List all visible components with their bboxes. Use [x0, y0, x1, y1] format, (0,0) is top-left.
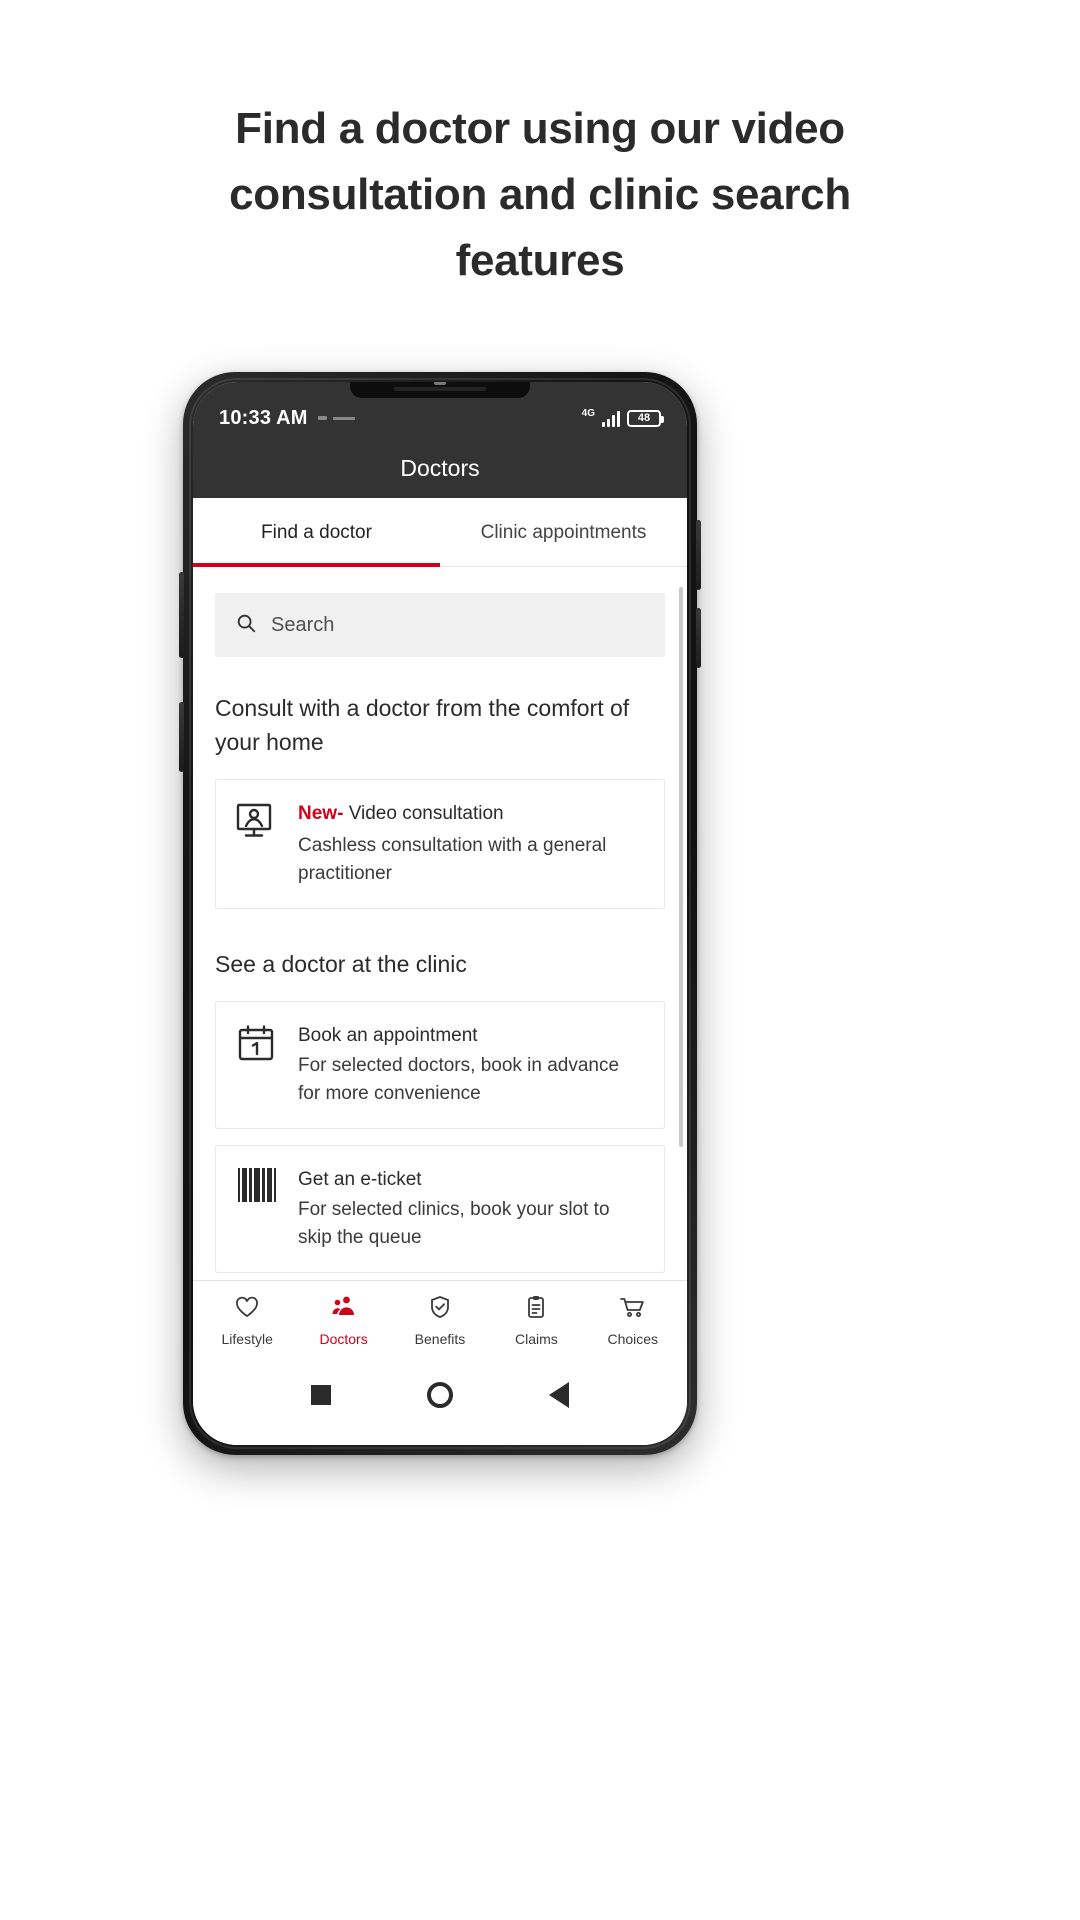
card-video-consultation-body: New- Video consultation Cashless consult… [298, 800, 646, 888]
card-book-appointment-body: Book an appointment For selected doctors… [298, 1022, 646, 1108]
nav-item-lifestyle-label: Lifestyle [221, 1331, 273, 1347]
new-badge-label: New [298, 803, 338, 824]
status-bar-right: 4G 48 [581, 407, 664, 428]
app-header-title: Doctors [193, 438, 687, 498]
battery-icon: 48 [627, 409, 664, 427]
card-eticket-desc: For selected clinics, book your slot to … [298, 1199, 610, 1248]
signal-bars-icon [602, 410, 620, 427]
section-title-video: Consult with a doctor from the comfort o… [215, 695, 630, 755]
calendar-icon [234, 1022, 280, 1064]
nav-item-benefits-label: Benefits [414, 1331, 466, 1347]
nav-item-benefits[interactable]: Benefits [392, 1295, 488, 1347]
status-notification-icons [317, 416, 355, 420]
badge-separator: - [337, 803, 344, 824]
phone-side-button [179, 702, 184, 772]
card-video-consultation[interactable]: New- Video consultation Cashless consult… [215, 779, 665, 909]
status-clock: 10:33 AM [219, 406, 308, 429]
status-bar-left: 10:33 AM [219, 407, 355, 430]
card-video-consultation-desc: Cashless consultation with a general pra… [298, 835, 607, 884]
tab-clinic-appointments-label: Clinic appointments [480, 522, 647, 543]
card-eticket-body: Get an e-ticket For selected clinics, bo… [298, 1166, 646, 1252]
phone-power-button [179, 572, 184, 658]
phone-screen: 10:33 AM 4G 48 Doctors Find a doctor Cli… [193, 382, 687, 1445]
home-circle-icon[interactable] [427, 1382, 453, 1408]
battery-level-label: 48 [637, 411, 651, 424]
card-eticket-title: Get an e-ticket [298, 1169, 422, 1190]
card-eticket[interactable]: Get an e-ticket For selected clinics, bo… [215, 1145, 665, 1273]
tab-clinic-appointments[interactable]: Clinic appointments [440, 498, 687, 566]
front-camera-dot [434, 382, 446, 385]
shield-check-icon [427, 1295, 453, 1324]
nav-item-choices[interactable]: Choices [585, 1295, 681, 1347]
nav-item-doctors-label: Doctors [319, 1331, 368, 1347]
content-scroll-area[interactable]: Search Consult with a doctor from the co… [193, 567, 687, 1280]
recents-square-icon[interactable] [311, 1385, 331, 1405]
network-type-label: 4G [581, 407, 595, 419]
content-scrollbar[interactable] [679, 587, 683, 1147]
tab-bar: Find a doctor Clinic appointments [193, 498, 687, 567]
earpiece-speaker [394, 387, 486, 391]
screen-chin [193, 1431, 687, 1445]
search-icon [235, 612, 257, 639]
tab-find-a-doctor-label: Find a doctor [261, 522, 372, 543]
section-title-clinic: See a doctor at the clinic [215, 951, 467, 977]
barcode-icon [234, 1166, 280, 1202]
nav-item-claims-label: Claims [514, 1331, 558, 1347]
back-triangle-icon[interactable] [549, 1382, 569, 1408]
search-placeholder: Search [271, 613, 335, 636]
page-headline: Find a doctor using our video consultati… [229, 104, 851, 285]
nav-item-lifestyle[interactable]: Lifestyle [199, 1295, 295, 1347]
people-icon [331, 1295, 357, 1324]
phone-volume-down-button [696, 608, 701, 668]
card-book-appointment[interactable]: Book an appointment For selected doctors… [215, 1001, 665, 1129]
nav-item-claims[interactable]: Claims [488, 1295, 584, 1347]
android-system-nav [193, 1359, 687, 1431]
phone-volume-up-button [696, 520, 701, 590]
clipboard-icon [523, 1295, 549, 1324]
video-consultation-icon [234, 800, 280, 842]
cart-icon [619, 1295, 647, 1324]
nav-item-choices-label: Choices [607, 1331, 659, 1347]
card-book-appointment-desc: For selected doctors, book in advance fo… [298, 1055, 620, 1104]
card-video-consultation-name: Video consultation [348, 803, 504, 824]
card-video-consultation-title: New- Video consultation [298, 800, 646, 828]
page-root: Find a doctor using our video consultati… [0, 0, 1080, 1920]
tab-find-a-doctor[interactable]: Find a doctor [193, 498, 440, 567]
card-book-appointment-title: Book an appointment [298, 1025, 478, 1046]
bottom-navigation: Lifestyle Doctors Benefits Claims Choice… [193, 1280, 687, 1359]
search-input[interactable]: Search [215, 593, 665, 657]
phone-mockup: 10:33 AM 4G 48 Doctors Find a doctor Cli… [179, 372, 701, 1455]
heart-icon [234, 1295, 260, 1324]
nav-item-doctors[interactable]: Doctors [295, 1295, 391, 1347]
phone-notch [350, 382, 530, 398]
